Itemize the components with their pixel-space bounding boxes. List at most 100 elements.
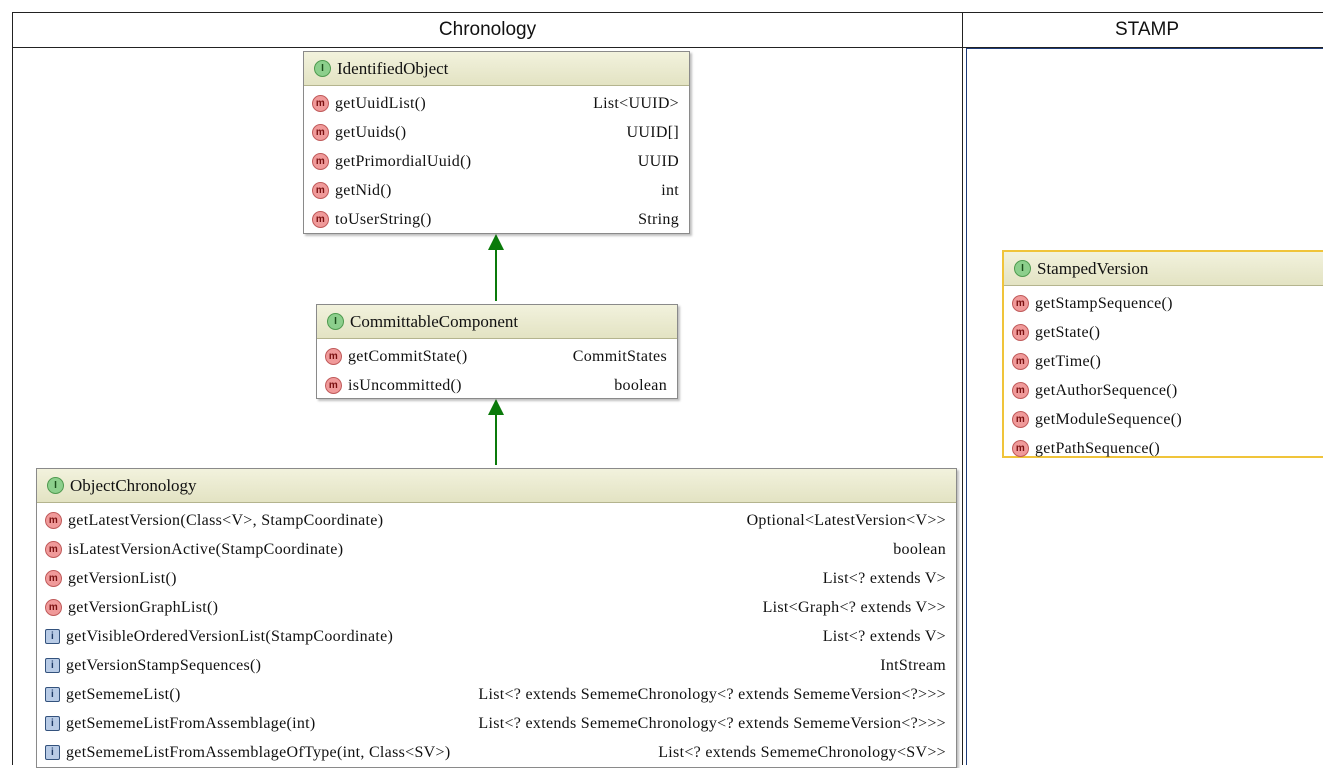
method-name: getNid() [335, 181, 392, 199]
method-name: getLatestVersion(Class<V>, StampCoordina… [68, 511, 384, 529]
method-row[interactable]: i getVersionStampSequences() IntStream [37, 651, 956, 680]
method-icon: m [45, 599, 62, 616]
stamped-version-title: I StampedVersion [1004, 252, 1323, 286]
method-return-type: String [638, 210, 679, 228]
method-return-type: Optional<LatestVersion<V>> [746, 511, 946, 529]
method-name: getAuthorSequence() [1035, 381, 1178, 399]
method-return-type: List<? extends SememeChronology<? extend… [478, 685, 946, 703]
method-row[interactable]: m getLatestVersion(Class<V>, StampCoordin… [37, 506, 956, 535]
method-name: getSememeList() [66, 685, 181, 703]
method-icon: m [1012, 353, 1029, 370]
method-name: isLatestVersionActive(StampCoordinate) [68, 540, 344, 558]
method-icon: m [325, 348, 342, 365]
method-row[interactable]: m isUncommitted() boolean [317, 371, 677, 400]
stamped-version-class[interactable]: I StampedVersion m getStampSequence() m getSt… [1002, 250, 1323, 458]
method-icon: m [1012, 411, 1029, 428]
committable-component-class[interactable]: I CommittableComponent m getCommitState() Co… [316, 304, 678, 399]
method-return-type: List<? extends V> [822, 627, 946, 645]
method-icon: m [312, 95, 329, 112]
method-row[interactable]: m getNid() int [304, 176, 689, 205]
method-icon: m [1012, 324, 1029, 341]
arrowhead-identified [488, 234, 504, 250]
method-icon: m [45, 541, 62, 558]
method-name: getSememeListFromAssemblage(int) [66, 714, 316, 732]
method-name: getUuidList() [335, 94, 426, 112]
method-return-type: UUID[] [626, 123, 679, 141]
default-method-icon: i [45, 745, 60, 760]
method-row[interactable]: m getState() [1004, 318, 1323, 347]
method-name: toUserString() [335, 210, 432, 228]
method-return-type: CommitStates [572, 347, 667, 365]
method-return-type: List<Graph<? extends V>> [762, 598, 946, 616]
object-chronology-methods: m getLatestVersion(Class<V>, StampCoordin… [37, 503, 956, 767]
interface-icon: I [327, 313, 344, 330]
method-row[interactable]: i getSememeList() List<? extends SememeChr… [37, 680, 956, 709]
method-name: getModuleSequence() [1035, 410, 1182, 428]
identified-object-class[interactable]: I IdentifiedObject m getUuidList() List<UUID… [303, 51, 690, 234]
method-icon: m [1012, 382, 1029, 399]
committable-component-name: CommittableComponent [350, 311, 519, 331]
interface-icon: I [47, 477, 64, 494]
object-chronology-class[interactable]: I ObjectChronology m getLatestVersion(Class… [36, 468, 957, 768]
identified-object-methods: m getUuidList() List<UUID> m getUuids() UUID[… [304, 86, 689, 234]
method-name: getCommitState() [348, 347, 468, 365]
method-icon: m [312, 211, 329, 228]
method-row[interactable]: i getVisibleOrderedVersionList(StampCoord… [37, 622, 956, 651]
identified-object-title: I IdentifiedObject [304, 52, 689, 86]
method-return-type: boolean [893, 540, 946, 558]
default-method-icon: i [45, 629, 60, 644]
identified-object-name: IdentifiedObject [337, 58, 449, 78]
method-icon: m [325, 377, 342, 394]
default-method-icon: i [45, 658, 60, 673]
method-icon: m [1012, 440, 1029, 457]
committable-component-methods: m getCommitState() CommitStates m isUncommit… [317, 339, 677, 400]
method-row[interactable]: m getUuidList() List<UUID> [304, 89, 689, 118]
method-name: getUuids() [335, 123, 407, 141]
interface-icon: I [1014, 260, 1031, 277]
method-name: getVisibleOrderedVersionList(StampCoordi… [66, 627, 394, 645]
method-return-type: int [661, 181, 679, 199]
method-icon: m [45, 570, 62, 587]
method-name: getPrimordialUuid() [335, 152, 472, 170]
method-row[interactable]: m getModuleSequence() [1004, 405, 1323, 434]
method-row[interactable]: m getUuids() UUID[] [304, 118, 689, 147]
method-row[interactable]: m isLatestVersionActive(StampCoordinate) b… [37, 535, 956, 564]
stamped-version-name: StampedVersion [1037, 258, 1149, 278]
committable-component-title: I CommittableComponent [317, 305, 677, 339]
method-return-type: IntStream [880, 656, 946, 674]
method-row[interactable]: m getAuthorSequence() [1004, 376, 1323, 405]
method-name: getVersionStampSequences() [66, 656, 262, 674]
method-name: getTime() [1035, 352, 1102, 370]
method-row[interactable]: m getPrimordialUuid() UUID [304, 147, 689, 176]
method-row[interactable]: m getVersionGraphList() List<Graph<? exten… [37, 593, 956, 622]
method-row[interactable]: i getSememeListFromAssemblageOfType(int, … [37, 738, 956, 767]
interface-icon: I [314, 60, 331, 77]
method-row[interactable]: m getTime() [1004, 347, 1323, 376]
method-row[interactable]: i getSememeListFromAssemblage(int) List<? … [37, 709, 956, 738]
method-return-type: List<UUID> [593, 94, 679, 112]
method-name: getState() [1035, 323, 1101, 341]
method-return-type: List<? extends SememeChronology<SV>> [658, 743, 946, 761]
object-chronology-name: ObjectChronology [70, 475, 197, 495]
method-name: getSememeListFromAssemblageOfType(int, C… [66, 743, 451, 761]
method-name: getVersionGraphList() [68, 598, 219, 616]
method-return-type: List<? extends SememeChronology<? extend… [478, 714, 946, 732]
method-name: getStampSequence() [1035, 294, 1173, 312]
stamped-version-methods: m getStampSequence() m getState() m getTime()… [1004, 286, 1323, 463]
method-name: isUncommitted() [348, 376, 462, 394]
method-icon: m [312, 182, 329, 199]
arrowhead-committable [488, 399, 504, 415]
method-return-type: UUID [637, 152, 679, 170]
method-icon: m [312, 124, 329, 141]
default-method-icon: i [45, 716, 60, 731]
method-icon: m [312, 153, 329, 170]
method-icon: m [45, 512, 62, 529]
object-chronology-title: I ObjectChronology [37, 469, 956, 503]
method-row[interactable]: m getStampSequence() [1004, 289, 1323, 318]
method-row[interactable]: m getCommitState() CommitStates [317, 342, 677, 371]
method-row[interactable]: m getPathSequence() [1004, 434, 1323, 463]
method-icon: m [1012, 295, 1029, 312]
method-row[interactable]: m toUserString() String [304, 205, 689, 234]
method-name: getVersionList() [68, 569, 177, 587]
method-row[interactable]: m getVersionList() List<? extends V> [37, 564, 956, 593]
